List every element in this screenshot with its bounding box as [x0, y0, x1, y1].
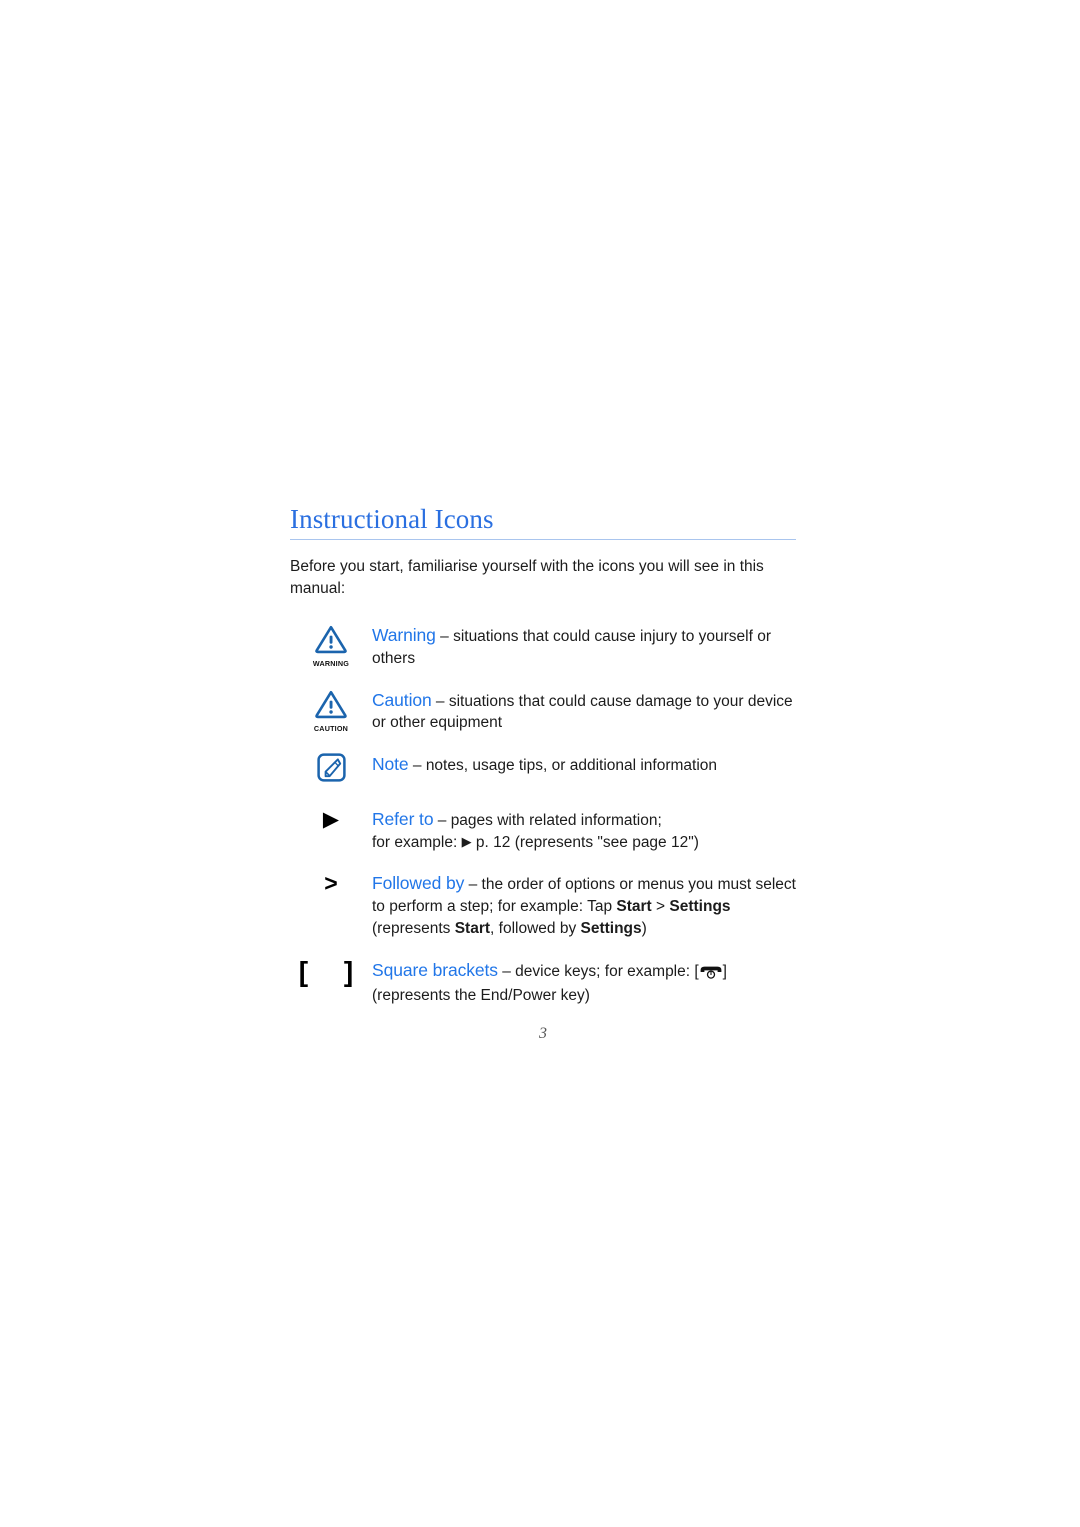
followed-by-icon-cell: >	[290, 870, 372, 895]
square-brackets-description: device keys; for example: [	[515, 962, 699, 980]
caution-icon-label: CAUTION	[313, 723, 349, 733]
followed-by-sep-1: >	[651, 898, 670, 916]
refer-to-dash: –	[433, 812, 451, 830]
followed-by-bold-start-2: Start	[454, 919, 491, 937]
caution-keyword: Caution	[372, 689, 432, 710]
square-brackets-icon: [ ]	[298, 955, 368, 987]
refer-to-icon-cell: ▶	[290, 806, 372, 830]
followed-by-bold-settings-2: Settings	[580, 919, 642, 937]
intro-paragraph: Before you start, familiarise yourself w…	[290, 558, 764, 598]
warning-triangle-icon	[314, 624, 348, 659]
followed-by-dash: –	[464, 876, 482, 894]
legend-row-warning: WARNING Warning – situations that could …	[290, 622, 796, 669]
title-divider	[290, 539, 796, 541]
note-pen-icon	[316, 753, 346, 787]
refer-to-example-pre: for example:	[372, 833, 462, 851]
refer-to-keyword: Refer to	[372, 809, 434, 830]
square-brackets-row-text: Square brackets – device keys; for examp…	[372, 957, 796, 1007]
square-brackets-keyword: Square brackets	[372, 959, 498, 980]
warning-icon-cell: WARNING	[290, 622, 372, 669]
refer-to-example-post: p. 12 (represents "see page 12")	[471, 833, 699, 851]
followed-by-sep-2: (represents	[372, 919, 455, 937]
warning-row-text: Warning – situations that could cause in…	[372, 622, 796, 669]
note-row-text: Note – notes, usage tips, or additional …	[372, 751, 796, 777]
followed-by-row-text: Followed by – the order of options or me…	[372, 870, 796, 939]
caution-triangle-icon	[314, 689, 348, 724]
legend-row-note: Note – notes, usage tips, or additional …	[290, 751, 796, 787]
manual-page-content: Instructional Icons Before you start, fa…	[290, 504, 796, 1042]
square-brackets-dash: –	[497, 962, 516, 980]
legend-row-followed-by: > Followed by – the order of options or …	[290, 870, 796, 939]
greater-than-icon: >	[324, 870, 338, 897]
note-keyword: Note	[372, 754, 409, 775]
followed-by-bold-settings-1: Settings	[669, 898, 731, 916]
page-number: 3	[539, 1025, 547, 1042]
note-description: notes, usage tips, or additional informa…	[425, 757, 718, 775]
warning-keyword: Warning	[372, 625, 436, 646]
legend-row-square-brackets: [ ] Square brackets – device keys; for e…	[290, 957, 796, 1007]
legend-row-caution: CAUTION Caution – situations that could …	[290, 687, 796, 734]
refer-to-description: pages with related information;	[450, 812, 662, 830]
followed-by-bold-start-1: Start	[616, 898, 652, 916]
legend-row-refer-to: ▶ Refer to – pages with related informat…	[290, 806, 796, 853]
followed-by-keyword: Followed by	[372, 873, 465, 894]
refer-to-row-text: Refer to – pages with related informatio…	[372, 806, 796, 853]
warning-icon-label: WARNING	[312, 659, 350, 669]
end-power-key-icon	[699, 964, 723, 986]
square-brackets-close: ]	[722, 962, 727, 980]
right-triangle-icon: ▶	[322, 808, 340, 832]
note-icon-cell	[290, 751, 372, 787]
inline-right-triangle-icon: ▶	[461, 833, 472, 849]
caution-row-text: Caution – situations that could cause da…	[372, 687, 796, 734]
caution-dash: –	[431, 692, 449, 710]
square-brackets-line2: (represents the End/Power key)	[372, 987, 590, 1005]
followed-by-sep-3: , followed by	[490, 919, 581, 937]
note-dash: –	[408, 757, 426, 775]
page-title: Instructional Icons	[290, 504, 494, 534]
square-brackets-icon-cell: [ ]	[290, 957, 372, 986]
caution-icon-cell: CAUTION	[290, 687, 372, 732]
followed-by-tail: )	[641, 919, 647, 937]
warning-dash: –	[435, 628, 454, 646]
